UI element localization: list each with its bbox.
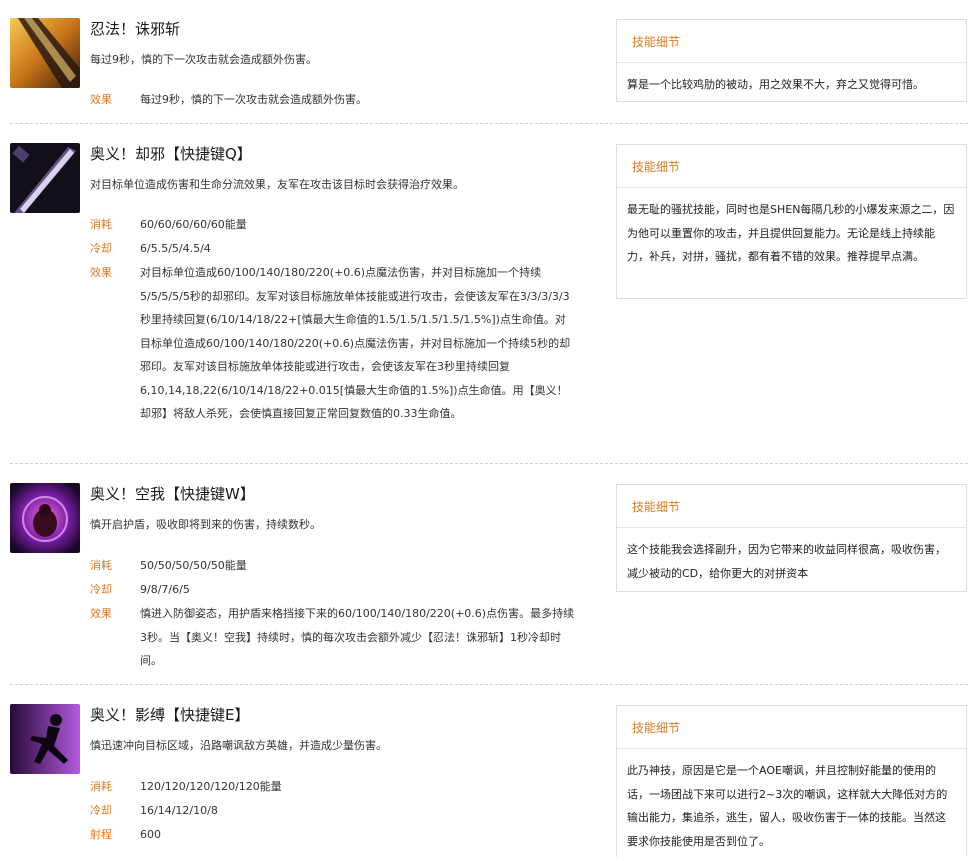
panel-head: 技能细节 (617, 20, 966, 63)
skill-desc: 每过9秒，慎的下一次攻击就会造成额外伤害。 (90, 53, 317, 66)
skill-title: 奥义！却邪【快捷键Q】 (90, 145, 252, 163)
attr-cost: 消耗 120/120/120/120/120能量 (90, 775, 580, 799)
attr-label: 冷却 (90, 242, 112, 255)
attr-label: 冷却 (90, 583, 112, 596)
attr-value: 60/60/60/60/60能量 (140, 218, 247, 231)
divider (10, 463, 968, 464)
attr-value: 9/8/7/6/5 (140, 583, 190, 596)
attr-range: 射程 600 (90, 823, 580, 847)
attr-label: 消耗 (90, 780, 112, 793)
attr-label: 效果 (90, 266, 112, 279)
panel-head: 技能细节 (617, 706, 966, 749)
attr-effect: 效果 每过9秒，慎的下一次攻击就会造成额外伤害。 (90, 88, 580, 112)
attr-label: 消耗 (90, 559, 112, 572)
skill-detail-panel: 技能细节 这个技能我会选择副升，因为它带来的收益同样很高，吸收伤害，减少被动的C… (616, 484, 967, 592)
skill-title: 忍法！诛邪斩 (90, 20, 181, 38)
skill-title: 奥义！空我【快捷键W】 (90, 485, 255, 503)
attr-cost: 消耗 50/50/50/50/50能量 (90, 554, 580, 578)
sword-icon (10, 18, 80, 88)
attr-value: 每过9秒，慎的下一次攻击就会造成额外伤害。 (140, 93, 367, 106)
attr-label: 射程 (90, 828, 112, 841)
attr-cooldown: 冷却 16/14/12/10/8 (90, 799, 580, 823)
skill-detail-panel: 技能细节 算是一个比较鸡肋的被动，用之效果不大，弃之又觉得可惜。 (616, 19, 967, 102)
skill-desc: 对目标单位造成伤害和生命分流效果，友军在攻击该目标时会获得治疗效果。 (90, 178, 464, 191)
panel-head: 技能细节 (617, 145, 966, 188)
divider (10, 123, 968, 124)
skill-desc: 慎迅速冲向目标区域，沿路嘲讽敌方英雄，并造成少量伤害。 (90, 739, 387, 752)
attr-label: 效果 (90, 93, 112, 106)
attr-label: 消耗 (90, 218, 112, 231)
skill-desc: 慎开启护盾，吸收即将到来的伤害，持续数秒。 (90, 518, 321, 531)
attr-value: 6/5.5/5/4.5/4 (140, 242, 211, 255)
attr-value: 120/120/120/120/120能量 (140, 780, 282, 793)
attr-value: 16/14/12/10/8 (140, 804, 218, 817)
attr-effect: 效果 对目标单位造成60/100/140/180/220(+0.6)点魔法伤害，… (90, 261, 580, 451)
panel-body: 这个技能我会选择副升，因为它带来的收益同样很高，吸收伤害，减少被动的CD，给你更… (627, 543, 946, 580)
skill-detail-panel: 技能细节 最无耻的骚扰技能，同时也是SHEN每隔几秒的小爆发来源之二，因为他可以… (616, 144, 967, 299)
attr-cost: 消耗 60/60/60/60/60能量 (90, 213, 580, 237)
attr-value: 慎进入防御姿态，用护盾来格挡接下来的60/100/140/180/220(+0.… (140, 607, 575, 667)
skill-detail-panel: 技能细节 此乃神技，原因是它是一个AOE嘲讽，并且控制好能量的使用的话，一场团战… (616, 705, 967, 857)
skill-title: 奥义！影缚【快捷键E】 (90, 706, 250, 724)
attr-effect: 效果 慎进入防御姿态，用护盾来格挡接下来的60/100/140/180/220(… (90, 602, 580, 674)
attr-value: 50/50/50/50/50能量 (140, 559, 247, 572)
panel-head: 技能细节 (617, 485, 966, 528)
divider (10, 684, 968, 685)
attr-value: 600 (140, 828, 161, 841)
attr-label: 效果 (90, 607, 112, 620)
blade-icon (10, 143, 80, 213)
attr-label: 冷却 (90, 804, 112, 817)
attr-value: 对目标单位造成60/100/140/180/220(+0.6)点魔法伤害，并对目… (140, 266, 571, 420)
panel-body: 算是一个比较鸡肋的被动，用之效果不大，弃之又觉得可惜。 (627, 78, 924, 91)
shield-orb-icon (10, 483, 80, 553)
panel-body: 此乃神技，原因是它是一个AOE嘲讽，并且控制好能量的使用的话，一场团战下来可以进… (627, 764, 948, 848)
dash-silhouette-icon (10, 704, 80, 774)
attr-cooldown: 冷却 9/8/7/6/5 (90, 578, 580, 602)
attr-cooldown: 冷却 6/5.5/5/4.5/4 (90, 237, 580, 261)
panel-body: 最无耻的骚扰技能，同时也是SHEN每隔几秒的小爆发来源之二，因为他可以重置你的攻… (627, 203, 955, 263)
